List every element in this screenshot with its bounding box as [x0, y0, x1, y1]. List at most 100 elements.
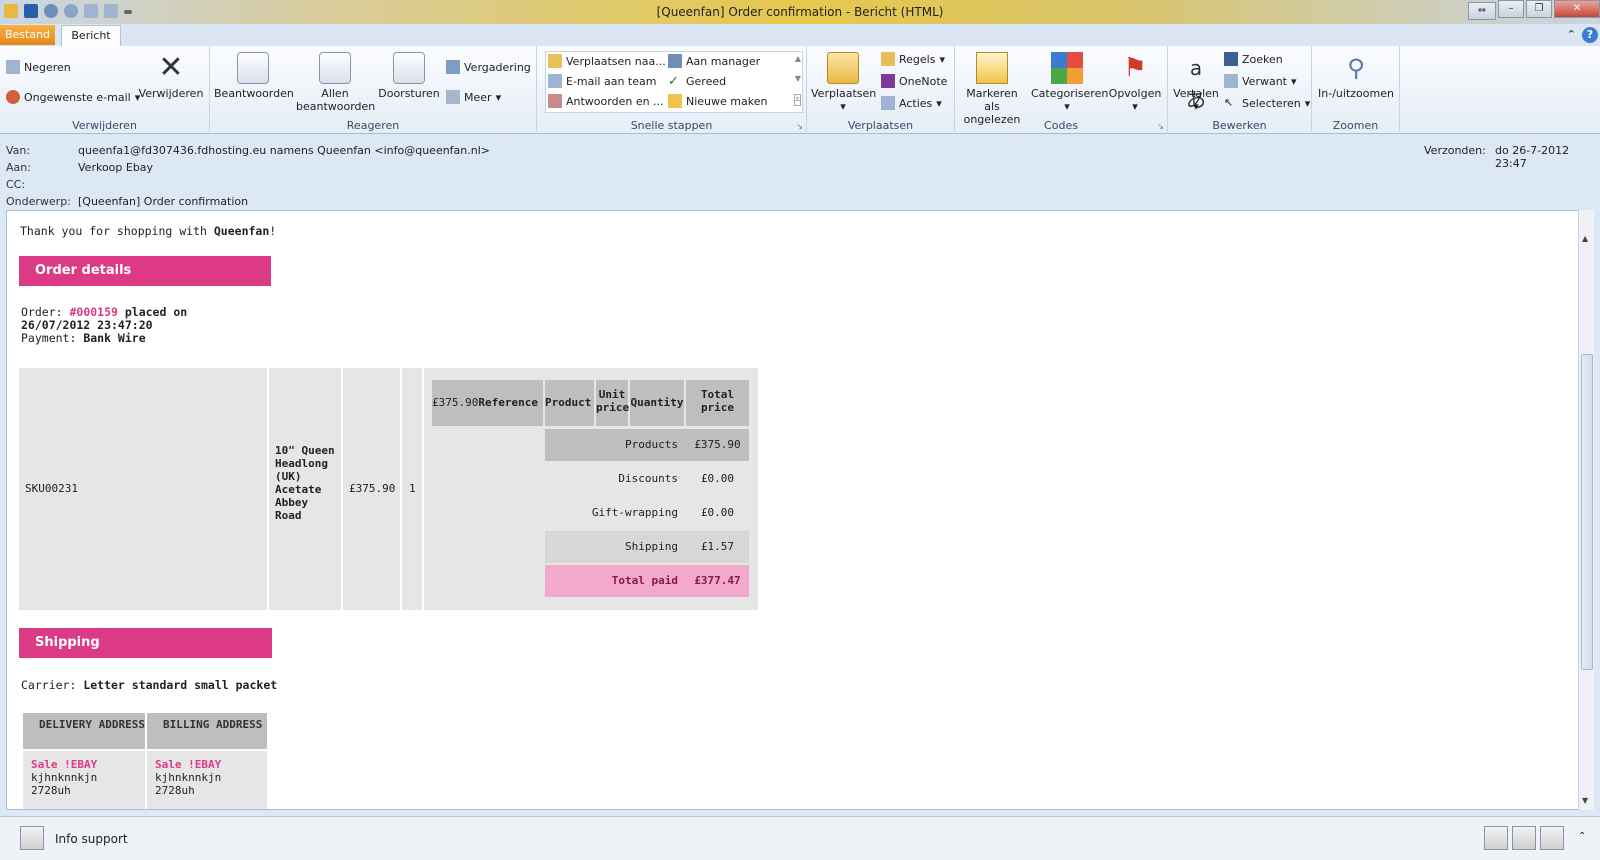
group-quick-steps: Verplaatsen naa... Aan manager E-mail aa… — [537, 46, 807, 134]
flag-icon: ⚑ — [1123, 53, 1147, 83]
onenote-button[interactable]: OneNote — [881, 74, 947, 88]
gallery-more-icon[interactable]: ⩡ — [793, 94, 801, 106]
rules-button[interactable]: Regels ▾ — [881, 52, 945, 66]
window-title: [Queenfan] Order confirmation - Bericht … — [656, 5, 944, 19]
quick-step-reply-delete[interactable]: Antwoorden en ... — [548, 94, 664, 108]
delivery-address-header: DELIVERY ADDRESS — [23, 713, 145, 749]
table-cell-price: £375.90 — [343, 368, 400, 610]
table-cell-product-name: 10" Queen Headlong (UK) Acetate Abbey Ro… — [269, 368, 341, 610]
vertical-scrollbar[interactable]: ▲ ▼ — [1578, 210, 1594, 810]
resize-icon[interactable]: ⇔ — [1468, 2, 1496, 20]
table-header-unit-price: Unit price — [596, 380, 629, 426]
help-icon[interactable]: ? — [1582, 27, 1598, 43]
table-header-total-price: Total price — [686, 380, 749, 426]
follow-up-button[interactable]: ⚑ Opvolgen ▾ — [1105, 52, 1165, 113]
reply-button[interactable]: Beantwoorden — [214, 52, 294, 100]
group-zoom-label: Zoomen — [1332, 119, 1379, 132]
group-respond-label: Reageren — [346, 119, 400, 132]
totals-value-shipping: £1.57 — [686, 531, 749, 563]
scroll-up-icon[interactable]: ▲ — [1582, 234, 1588, 243]
tab-message[interactable]: Bericht — [61, 25, 121, 46]
scroll-thumb[interactable] — [1581, 354, 1593, 670]
order-number[interactable]: #000159 — [69, 305, 117, 319]
quick-step-move[interactable]: Verplaatsen naa... — [548, 54, 666, 68]
zoom-button[interactable]: ⚲ In-/uitzoomen — [1314, 52, 1398, 100]
find-button[interactable]: Zoeken — [1224, 52, 1283, 66]
dialog-launcher-icon[interactable]: ↘ — [796, 122, 803, 131]
select-button[interactable]: ↖ Selecteren ▾ — [1224, 96, 1310, 110]
quick-step-create-new[interactable]: Nieuwe maken — [668, 94, 767, 108]
ribbon: Negeren Ongewenste e-mail ▾ ✕ Verwijderen… — [0, 46, 1600, 134]
group-delete: Negeren Ongewenste e-mail ▾ ✕ Verwijderen… — [0, 46, 210, 134]
totals-label-total-paid: Total paid — [545, 565, 686, 597]
totals-label-gift-wrapping: Gift-wrapping — [591, 506, 678, 519]
contact-avatar[interactable] — [20, 826, 44, 850]
totals-value-gift-wrapping: £0.00 — [700, 506, 735, 519]
envelope-icon — [976, 52, 1008, 84]
from-label: Van: — [6, 144, 31, 157]
more-icon — [446, 90, 460, 104]
message-header: Van: queenfa1@fd307436.fdhosting.eu name… — [0, 134, 1600, 210]
actions-button[interactable]: Acties ▾ — [881, 96, 942, 110]
message-body: Thank you for shopping with Queenfan! Or… — [6, 210, 1580, 810]
shipping-heading: Shipping — [19, 628, 272, 658]
contact-name[interactable]: Info support — [55, 832, 128, 846]
translate-button[interactable]: aあ Vertalen ▾ — [1172, 52, 1220, 113]
reply-all-button[interactable]: Allen beantwoorden — [296, 52, 375, 113]
maximize-button[interactable]: ❐ — [1526, 0, 1552, 18]
related-button[interactable]: Verwant ▾ — [1224, 74, 1297, 88]
meeting-icon — [446, 60, 460, 74]
gallery-scroll-down-icon[interactable]: ▼ — [795, 74, 801, 83]
categorize-button[interactable]: Categoriseren ▾ — [1031, 52, 1108, 113]
move-button[interactable]: Verplaatsen ▾ — [811, 52, 876, 113]
scroll-down-icon[interactable]: ▼ — [1582, 796, 1588, 805]
junk-button[interactable]: Ongewenste e-mail ▾ — [6, 90, 140, 104]
quick-steps-gallery: Verplaatsen naa... Aan manager E-mail aa… — [545, 51, 803, 113]
group-tags: Markeren als ongelezen Categoriseren ▾ ⚑ … — [955, 46, 1168, 134]
quick-step-done[interactable]: ✓ Gereed — [668, 74, 726, 89]
group-move-label: Verplaatsen — [847, 119, 914, 132]
to-label: Aan: — [6, 161, 31, 174]
more-button[interactable]: Meer ▾ — [446, 90, 501, 104]
to-manager-icon — [668, 54, 682, 68]
order-info: Order: #000159 placed on 26/07/2012 23:4… — [21, 305, 188, 345]
move-to-icon — [548, 54, 562, 68]
to-value[interactable]: Verkoop Ebay — [78, 161, 153, 174]
lightning-icon — [668, 94, 682, 108]
totals-label-shipping: Shipping — [545, 531, 686, 563]
billing-address-header: BILLING ADDRESS — [147, 713, 267, 749]
minimize-button[interactable]: – — [1498, 0, 1524, 18]
delete-button[interactable]: ✕ Verwijderen — [138, 52, 204, 101]
related-icon — [1224, 74, 1238, 88]
group-tags-label: Codes — [1044, 119, 1078, 132]
subject-value: [Queenfan] Order confirmation — [78, 195, 249, 208]
expand-people-pane-icon[interactable]: ⌃ — [1578, 831, 1586, 842]
people-avatar-2[interactable] — [1512, 826, 1536, 850]
collapse-ribbon-icon[interactable]: ⌃ — [1567, 28, 1576, 41]
meeting-button[interactable]: Vergadering — [446, 60, 531, 74]
forward-icon — [393, 52, 425, 84]
quick-step-manager[interactable]: Aan manager — [668, 54, 760, 68]
people-avatar-1[interactable] — [1484, 826, 1508, 850]
move-folder-icon — [827, 52, 859, 84]
close-button[interactable]: ✕ — [1554, 0, 1600, 18]
team-email-icon — [548, 74, 562, 88]
gallery-scroll-up-icon[interactable]: ▲ — [795, 54, 801, 63]
forward-button[interactable]: Doorsturen — [376, 52, 442, 100]
group-delete-label: Verwijderen — [72, 119, 137, 132]
table-header-quantity: Quantity — [630, 380, 684, 426]
group-zoom: ⚲ In-/uitzoomen Zoomen — [1312, 46, 1400, 134]
sent-label: Verzonden: — [1424, 144, 1486, 157]
from-value[interactable]: queenfa1@fd307436.fdhosting.eu namens Qu… — [78, 144, 490, 157]
tags-dialog-launcher-icon[interactable]: ↘ — [1157, 122, 1164, 131]
ignore-button[interactable]: Negeren — [6, 60, 71, 74]
people-avatar-3[interactable] — [1540, 826, 1564, 850]
quick-step-team-email[interactable]: E-mail aan team — [548, 74, 656, 88]
subject-label: Onderwerp: — [6, 195, 71, 208]
categorize-icon — [1051, 52, 1083, 84]
mark-unread-button[interactable]: Markeren als ongelezen — [957, 52, 1027, 126]
onenote-icon — [881, 74, 895, 88]
totals-label-products: Products — [545, 429, 686, 461]
delivery-address: Sale !EBAY kjhnknnkjn 2728uh — [23, 751, 145, 809]
tab-file[interactable]: Bestand — [0, 25, 55, 45]
